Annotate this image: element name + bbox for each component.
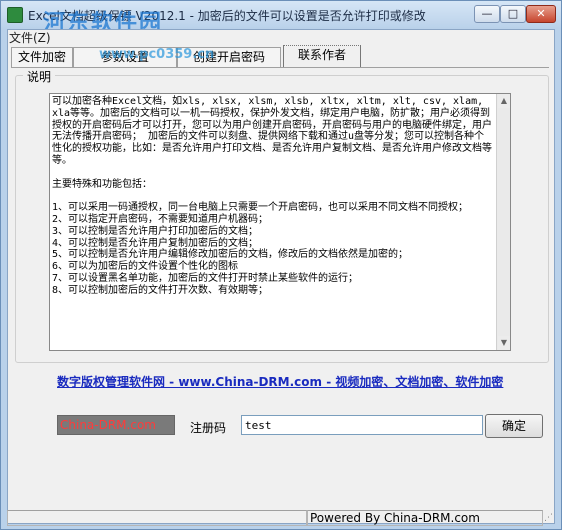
status-bar: Powered By China-DRM.com ⋰ (7, 510, 555, 526)
scroll-down-icon[interactable]: ▼ (498, 336, 510, 350)
close-button[interactable]: ✕ (526, 5, 556, 23)
register-code-input[interactable] (241, 415, 483, 435)
title-bar[interactable]: Excel文档超级保镖 V2012.1 - 加密后的文件可以设置是否允许打印或修… (1, 1, 561, 36)
resize-grip-icon[interactable]: ⋰ (544, 513, 553, 523)
register-code-label: 注册码 (190, 421, 227, 435)
status-segment-left (7, 510, 307, 526)
menu-file[interactable]: 文件(Z) (9, 29, 51, 46)
scroll-up-icon[interactable]: ▲ (498, 94, 510, 108)
group-label: 说明 (23, 68, 56, 85)
confirm-button[interactable]: 确定 (485, 414, 543, 438)
machine-code-display: China-DRM.com (57, 415, 175, 435)
maximize-button[interactable]: □ (500, 5, 526, 23)
status-powered-by: Powered By China-DRM.com (307, 510, 543, 526)
description-textarea[interactable]: 可以加密各种Excel文档，如xls, xlsx, xlsm, xlsb, xl… (49, 93, 511, 351)
tab-contact-author[interactable]: 联系作者 (283, 45, 361, 68)
vertical-scrollbar[interactable]: ▲ ▼ (496, 94, 510, 350)
app-window: Excel文档超级保镖 V2012.1 - 加密后的文件可以设置是否允许打印或修… (0, 0, 562, 530)
watermark-url: www.pc0359.cn (99, 47, 215, 62)
tab-file-encrypt[interactable]: 文件加密 (11, 47, 73, 67)
description-text: 可以加密各种Excel文档，如xls, xlsx, xlsm, xlsb, xl… (52, 96, 492, 296)
app-icon (7, 7, 23, 23)
website-link[interactable]: 数字版权管理软件网 - www.China-DRM.com - 视频加密、文档加… (57, 373, 503, 390)
tab-divider (11, 67, 549, 68)
minimize-button[interactable]: — (474, 5, 500, 23)
